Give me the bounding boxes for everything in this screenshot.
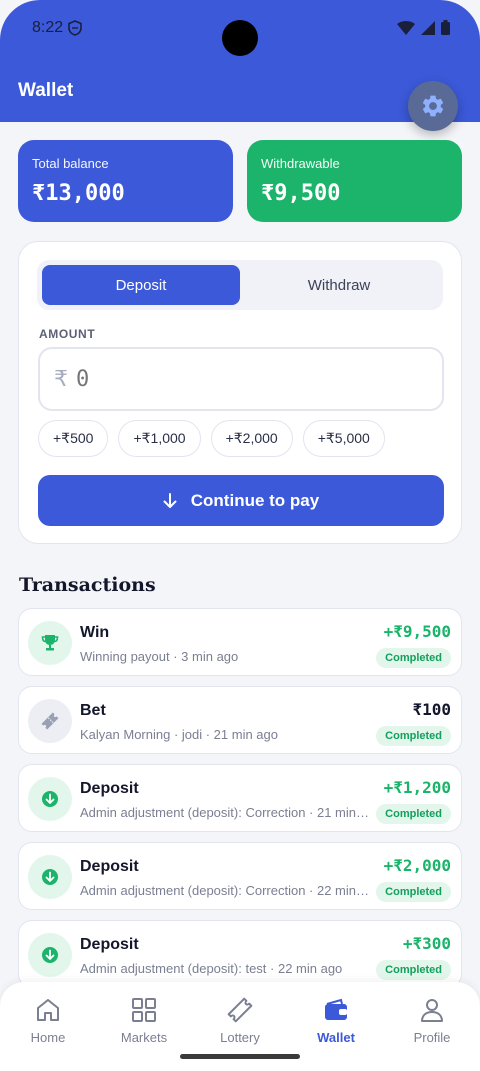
continue-to-pay-button[interactable]: Continue to pay: [38, 475, 444, 526]
status-badge: Completed: [376, 882, 451, 902]
transaction-title: Deposit: [80, 858, 139, 875]
quick-amount-chip[interactable]: +₹5,000: [302, 420, 385, 457]
status-badge: Completed: [376, 648, 451, 668]
nav-lottery[interactable]: Lottery: [192, 996, 288, 1045]
transaction-subtitle: Kalyan Morning · jodi · 21 min ago: [80, 727, 278, 742]
home-icon: [37, 999, 59, 1021]
quick-amount-chip[interactable]: +₹2,000: [210, 420, 293, 457]
nav-label: Markets: [120, 1030, 168, 1045]
status-bar: 8:22: [0, 0, 480, 58]
page-title: Wallet: [18, 80, 74, 101]
transaction-title: Deposit: [80, 936, 139, 953]
status-badge: Completed: [376, 726, 451, 746]
status-icons: [397, 20, 450, 35]
wifi-icon: [397, 20, 415, 35]
amount-label: AMOUNT: [39, 327, 96, 341]
nav-profile[interactable]: Profile: [384, 996, 480, 1045]
camera-cutout: [222, 20, 258, 56]
transaction-row[interactable]: Deposit Admin adjustment (deposit): Corr…: [18, 842, 462, 910]
amount-field[interactable]: ₹: [38, 347, 444, 411]
transaction-subtitle: Admin adjustment (deposit): Correction ·…: [80, 805, 370, 820]
amount-input[interactable]: [76, 366, 376, 392]
total-balance-card: Total balance ₹13,000: [18, 140, 233, 222]
ticket-icon: [227, 997, 253, 1023]
nav-label: Lottery: [220, 1030, 260, 1045]
grid-icon: [132, 998, 156, 1022]
quick-amount-chip[interactable]: +₹1,000: [118, 420, 201, 457]
arrow-down-icon: [163, 492, 177, 508]
home-indicator[interactable]: [180, 1054, 300, 1059]
withdrawable-label: Withdrawable: [261, 156, 340, 171]
tab-withdraw[interactable]: Withdraw: [240, 265, 438, 305]
transaction-row[interactable]: Bet Kalyan Morning · jodi · 21 min ago ₹…: [18, 686, 462, 754]
transaction-amount: ₹100: [412, 700, 451, 719]
nav-home[interactable]: Home: [0, 996, 96, 1045]
transaction-row[interactable]: Deposit Admin adjustment (deposit): Corr…: [18, 764, 462, 832]
transaction-title: Deposit: [80, 780, 139, 797]
quick-amounts: +₹500 +₹1,000 +₹2,000 +₹5,000: [38, 420, 385, 457]
transaction-amount: +₹2,000: [383, 856, 451, 875]
transaction-subtitle: Admin adjustment (deposit): Correction ·…: [80, 883, 370, 898]
arrow-down-icon: [28, 855, 72, 899]
trophy-icon: [28, 621, 72, 665]
status-badge: Completed: [376, 804, 451, 824]
arrow-down-icon: [28, 933, 72, 977]
nav-wallet[interactable]: Wallet: [288, 996, 384, 1045]
wallet-icon: [325, 998, 347, 1020]
battery-icon: [441, 20, 450, 35]
transaction-subtitle: Winning payout · 3 min ago: [80, 649, 239, 664]
arrow-down-icon: [28, 777, 72, 821]
nav-label: Wallet: [317, 1030, 355, 1045]
continue-to-pay-label: Continue to pay: [190, 490, 320, 510]
withdrawable-card: Withdrawable ₹9,500: [247, 140, 462, 222]
tab-switcher: Deposit Withdraw: [37, 260, 443, 310]
quick-amount-chip[interactable]: +₹500: [38, 420, 109, 457]
gear-icon: [422, 95, 444, 117]
deposit-form-card: Deposit Withdraw AMOUNT ₹ +₹500 +₹1,000 …: [18, 241, 462, 544]
total-balance-value: ₹13,000: [32, 181, 125, 206]
total-balance-label: Total balance: [32, 156, 109, 171]
transaction-title: Win: [80, 624, 110, 641]
nav-markets[interactable]: Markets: [96, 996, 192, 1045]
status-badge: Completed: [376, 960, 451, 980]
nav-label: Profile: [413, 1030, 451, 1045]
transaction-amount: +₹300: [402, 934, 451, 953]
transaction-row[interactable]: Win Winning payout · 3 min ago +₹9,500 C…: [18, 608, 462, 676]
transaction-amount: +₹9,500: [383, 622, 451, 641]
settings-button[interactable]: [408, 81, 458, 131]
shield-icon: [68, 20, 82, 36]
ticket-icon: [28, 699, 72, 743]
signal-icon: [421, 20, 435, 35]
user-icon: [421, 999, 443, 1022]
status-time: 8:22: [32, 19, 64, 36]
transaction-title: Bet: [80, 702, 106, 719]
transaction-amount: +₹1,200: [383, 778, 451, 797]
withdrawable-value: ₹9,500: [261, 181, 341, 206]
transaction-subtitle: Admin adjustment (deposit): test · 22 mi…: [80, 961, 343, 976]
currency-symbol: ₹: [54, 366, 68, 391]
transactions-heading: Transactions: [19, 574, 156, 596]
nav-label: Home: [30, 1030, 66, 1045]
transaction-row[interactable]: Deposit Admin adjustment (deposit): test…: [18, 920, 462, 988]
tab-deposit[interactable]: Deposit: [42, 265, 240, 305]
